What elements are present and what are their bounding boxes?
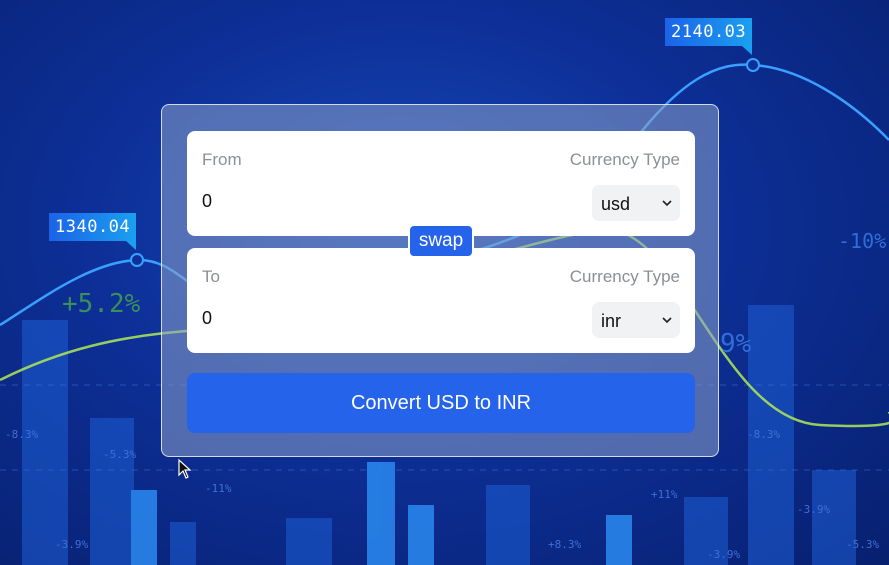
price-tag-left: 1340.04 xyxy=(49,213,137,250)
to-currency-type-label: Currency Type xyxy=(569,267,680,286)
svg-text:-3.9%: -3.9% xyxy=(797,503,830,516)
to-currency-value: inr xyxy=(601,311,622,331)
swap-button[interactable]: swap xyxy=(408,224,474,258)
svg-text:-3.9%: -3.9% xyxy=(55,538,88,551)
svg-text:+8.3%: +8.3% xyxy=(548,538,581,551)
svg-text:-8.3%: -8.3% xyxy=(5,428,38,441)
chevron-down-icon xyxy=(662,200,672,207)
from-currency-select[interactable]: usd xyxy=(592,185,680,221)
svg-text:+11%: +11% xyxy=(651,488,678,501)
convert-button[interactable]: Convert USD to INR xyxy=(187,373,695,433)
to-amount-input[interactable]: 0 xyxy=(202,308,212,329)
to-currency-select[interactable]: inr xyxy=(592,302,680,338)
from-currency-type-label: Currency Type xyxy=(569,150,680,169)
svg-text:-8.3%: -8.3% xyxy=(747,428,780,441)
from-label: From xyxy=(202,150,242,169)
from-currency-value: usd xyxy=(601,194,631,214)
svg-text:-3.9%: -3.9% xyxy=(707,548,740,561)
from-amount-input[interactable]: 0 xyxy=(202,191,212,212)
svg-text:+5.2%: +5.2% xyxy=(62,289,141,319)
svg-text:-11%: -11% xyxy=(205,482,232,495)
to-card: To Currency Type 0 inr xyxy=(187,248,695,353)
chevron-down-icon xyxy=(662,317,672,324)
svg-text:-5.3%: -5.3% xyxy=(103,448,136,461)
svg-text:9%: 9% xyxy=(720,329,752,359)
to-label: To xyxy=(202,267,220,286)
mouse-cursor-icon xyxy=(178,459,192,479)
currency-converter-panel: From Currency Type 0 usd To Currency Typ… xyxy=(161,104,719,457)
svg-text:-5.3%: -5.3% xyxy=(846,538,879,551)
price-tag-right: 2140.03 xyxy=(665,18,753,55)
from-card: From Currency Type 0 usd xyxy=(187,131,695,236)
svg-text:-10%: -10% xyxy=(838,229,886,253)
